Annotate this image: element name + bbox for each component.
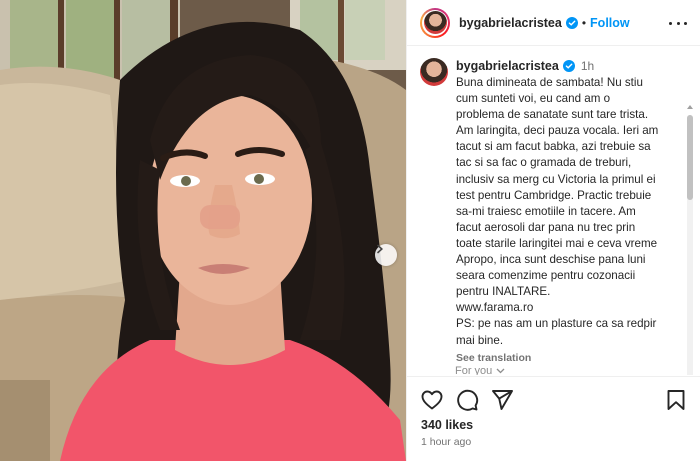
caption-time[interactable]: 1h — [581, 59, 594, 73]
caption-line: test pentru Cambridge. Practic trebuie — [456, 188, 652, 202]
caption-text: Buna dimineata de sambata! Nu stiu cum s… — [456, 75, 678, 349]
caption-line: tacut si am facut babka, azi trebuie sa — [456, 140, 651, 154]
comment-icon[interactable] — [455, 388, 479, 412]
caption-username[interactable]: bygabrielacristea — [456, 59, 559, 73]
photo-illustration — [0, 0, 406, 461]
caption-line: mai bine. — [456, 333, 504, 347]
post-actions-section: 340 likes 1 hour ago — [407, 376, 700, 461]
caption-line: cum sunteti voi, eu cand am o — [456, 92, 611, 106]
caption-line: Buna dimineata de sambata! Nu stiu — [456, 76, 643, 89]
author-username[interactable]: bygabrielacristea — [459, 16, 562, 30]
website-link[interactable]: www.farama.ro — [456, 300, 678, 316]
post-header: bygabrielacristea • Follow — [407, 0, 700, 46]
caption-line: problema de sanatate sunt tare trista. — [456, 108, 649, 122]
caption-line: inclusiv sa merg cu Victoria la primul e… — [456, 172, 656, 186]
paper-plane-icon[interactable] — [490, 388, 514, 412]
heart-icon[interactable] — [420, 388, 444, 412]
post-timestamp[interactable]: 1 hour ago — [421, 436, 471, 448]
chevron-down-icon — [496, 368, 505, 374]
caption-line: toate starile laringitei mai e ceva vrem… — [456, 236, 658, 250]
likes-count[interactable]: 340 likes — [421, 418, 473, 432]
caption-line: seara comenzime pentru cozonacii — [456, 269, 636, 283]
caption-line: Apropo, inca sunt deschise pana luni — [456, 253, 646, 267]
caption-scroll-area[interactable]: bygabrielacristea 1h Buna dimineata de s… — [407, 47, 700, 375]
more-options-icon[interactable] — [669, 15, 687, 31]
follow-button[interactable]: Follow — [590, 16, 630, 30]
caption-line: sa-mi traiesc emotiile in tacere. Am — [456, 204, 636, 218]
for-you-label: For you — [455, 365, 493, 375]
for-you-toggle[interactable]: For you — [455, 365, 505, 375]
post-photo[interactable] — [0, 0, 406, 461]
scroll-thumb[interactable] — [687, 115, 693, 200]
header-separator: • — [581, 15, 587, 30]
verified-badge-icon — [562, 60, 575, 72]
caption-author-avatar[interactable] — [420, 58, 448, 86]
scroll-up-arrow-icon[interactable] — [686, 103, 694, 111]
see-translation-link[interactable]: See translation — [456, 352, 678, 364]
caption-line: Am laringita, deci pauza vocala. Ieri am — [456, 124, 659, 138]
author-avatar[interactable] — [420, 7, 450, 38]
caption-line: facut aerosoli dar pana nu trec prin — [456, 220, 636, 234]
chevron-right-icon — [377, 244, 383, 254]
post-side-panel: bygabrielacristea • Follow bygabrielacri… — [406, 0, 700, 461]
action-bar — [420, 388, 688, 412]
bookmark-icon[interactable] — [664, 388, 688, 412]
caption: bygabrielacristea 1h Buna dimineata de s… — [420, 58, 682, 364]
caption-line: pentru INALTARE. — [456, 285, 551, 299]
caption-line: tac si sa fac o gramada de treburi, — [456, 156, 632, 170]
verified-badge-icon — [565, 16, 578, 29]
carousel-next-button[interactable] — [375, 244, 397, 266]
caption-line: PS: pe nas am un plasture ca sa redpir — [456, 317, 657, 331]
caption-scrollbar[interactable] — [685, 103, 695, 375]
